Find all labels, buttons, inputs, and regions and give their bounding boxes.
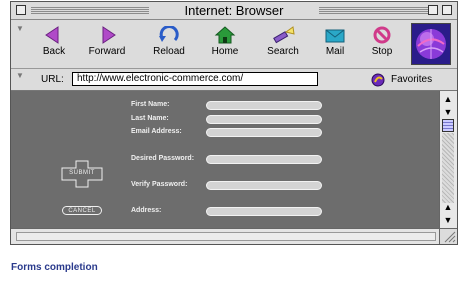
- forward-button[interactable]: Forward: [80, 23, 134, 67]
- close-box[interactable]: [16, 5, 26, 15]
- scroll-up-arrow-icon[interactable]: ▲: [442, 93, 454, 105]
- horizontal-scroll-track[interactable]: [16, 232, 436, 241]
- scroll-down-arrow-bottom-icon[interactable]: ▼: [442, 214, 454, 226]
- url-label: URL:: [41, 74, 64, 85]
- mail-button[interactable]: Mail: [308, 23, 362, 67]
- scroll-track[interactable]: [442, 133, 454, 203]
- search-flashlight-icon: [273, 26, 295, 44]
- first-name-label: First Name:: [131, 101, 170, 108]
- vertical-scrollbar[interactable]: ▲ ▼ ▲ ▼: [439, 91, 457, 228]
- reload-icon: [159, 26, 179, 42]
- verify-password-field[interactable]: [206, 181, 322, 190]
- reload-label: Reload: [153, 46, 185, 57]
- submit-button[interactable]: SUBMIT: [61, 160, 103, 188]
- address-label: Address:: [131, 207, 162, 214]
- last-name-label: Last Name:: [131, 115, 169, 122]
- back-arrow-icon: [45, 26, 59, 44]
- home-label: Home: [211, 46, 239, 57]
- scroll-up-arrow-bottom-icon[interactable]: ▲: [442, 201, 454, 213]
- stop-label: Stop: [371, 46, 393, 57]
- reload-button[interactable]: Reload: [142, 23, 196, 67]
- globe-logo-icon[interactable]: [411, 23, 451, 65]
- url-bar: ▼ URL: http://www.electronic-commerce.co…: [11, 69, 457, 91]
- zoom-box[interactable]: [428, 5, 438, 15]
- urlbar-collapse-icon[interactable]: ▼: [16, 71, 24, 80]
- home-icon: [214, 26, 236, 44]
- horizontal-scrollbar[interactable]: [11, 228, 439, 244]
- stop-button[interactable]: Stop: [355, 23, 409, 67]
- email-address-label: Email Address:: [131, 128, 182, 135]
- mail-icon: [325, 29, 345, 43]
- last-name-field[interactable]: [206, 115, 322, 124]
- search-button[interactable]: Search: [256, 23, 310, 67]
- desired-password-field[interactable]: [206, 155, 322, 164]
- title-bar[interactable]: Internet: Browser: [11, 2, 457, 20]
- resize-grip-icon[interactable]: [439, 228, 457, 244]
- desired-password-label: Desired Password:: [131, 155, 195, 162]
- forward-arrow-icon: [102, 26, 116, 44]
- address-field[interactable]: [206, 207, 322, 216]
- submit-label: SUBMIT: [69, 170, 95, 176]
- window-title: Internet: Browser: [149, 3, 319, 19]
- scroll-thumb[interactable]: [442, 119, 454, 132]
- toolbar: ▼ Back Forward Reload Home Search Mail S…: [11, 20, 457, 69]
- email-address-field[interactable]: [206, 128, 322, 137]
- first-name-field[interactable]: [206, 101, 322, 110]
- home-button[interactable]: Home: [198, 23, 252, 67]
- collapse-box[interactable]: [442, 5, 452, 15]
- scroll-down-arrow-icon[interactable]: ▼: [442, 106, 454, 118]
- stop-icon: [373, 26, 391, 44]
- browser-window: Internet: Browser ▼ Back Forward Reload: [10, 1, 458, 245]
- forward-label: Forward: [88, 46, 126, 57]
- search-label: Search: [267, 46, 299, 57]
- favorites-icon: [371, 73, 385, 87]
- back-label: Back: [42, 46, 66, 57]
- url-input[interactable]: http://www.electronic-commerce.com/: [72, 72, 318, 86]
- figure-caption: Forms completion: [11, 262, 98, 273]
- cancel-button[interactable]: CANCEL: [62, 206, 102, 215]
- favorites-label: Favorites: [391, 74, 433, 85]
- toolbar-collapse-icon[interactable]: ▼: [16, 24, 24, 33]
- verify-password-label: Verify Password:: [131, 181, 188, 188]
- page-content: First Name: Last Name: Email Address: De…: [11, 91, 439, 228]
- mail-label: Mail: [325, 46, 345, 57]
- back-button[interactable]: Back: [27, 23, 81, 67]
